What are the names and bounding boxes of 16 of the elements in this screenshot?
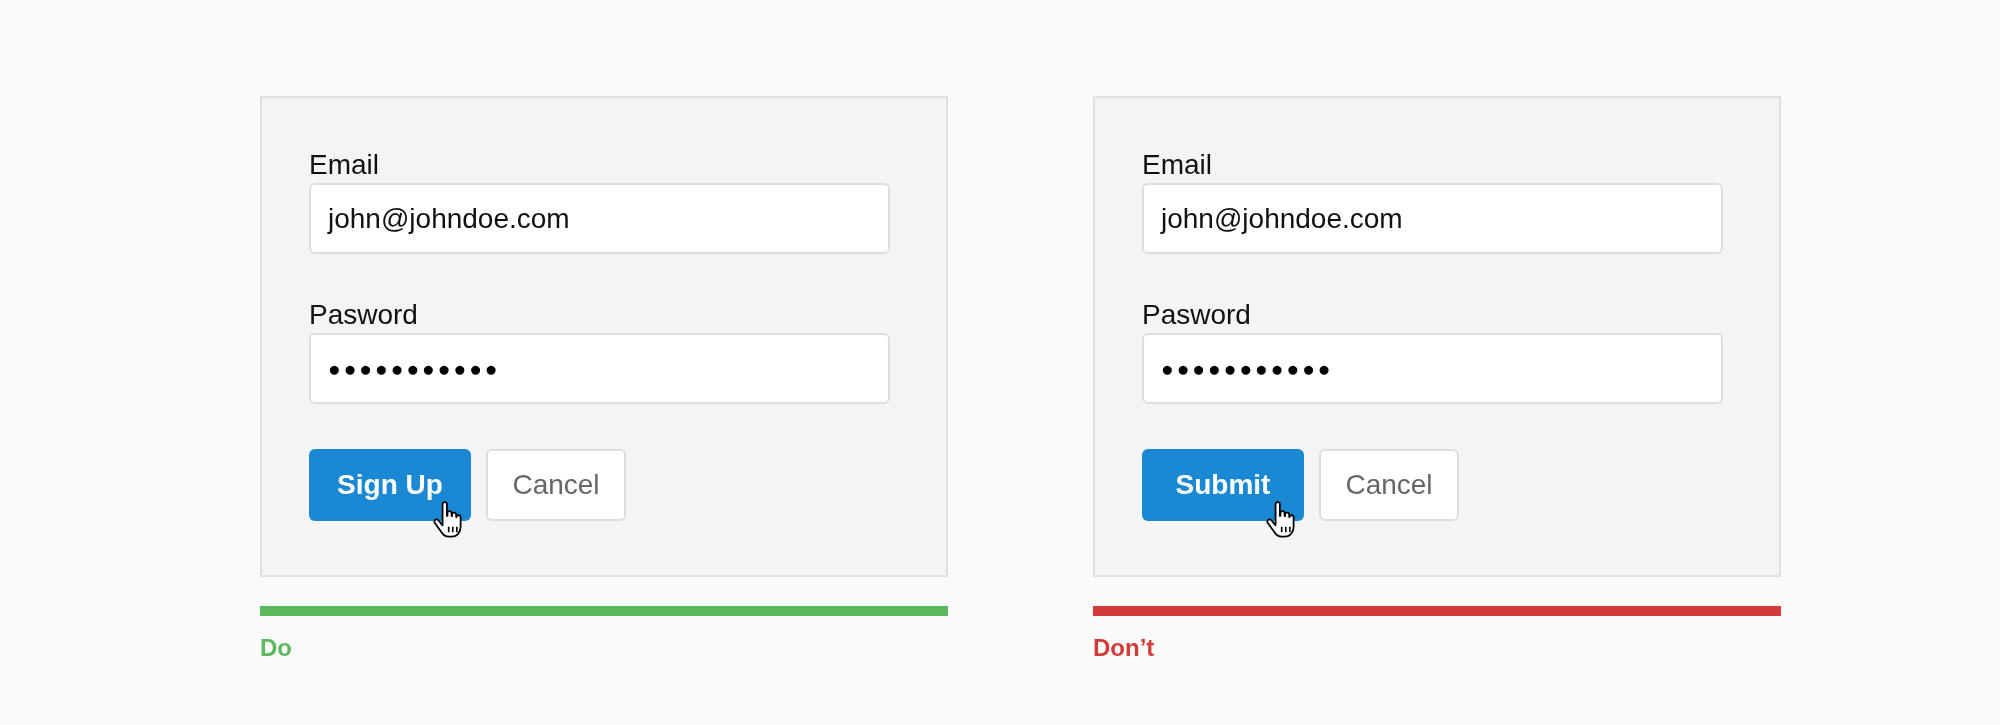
cancel-button[interactable]: Cancel [486, 449, 626, 521]
cancel-button[interactable]: Cancel [1319, 449, 1459, 521]
field-label: Pasword [309, 298, 419, 332]
hand-cursor-icon [431, 501, 465, 539]
field-label: Email [309, 148, 380, 182]
email-field[interactable]: john@johndoe.com [309, 183, 890, 254]
field-label: Pasword [1142, 298, 1252, 332]
verdict-label: Don’t [1093, 633, 1156, 663]
password-field[interactable]: ●●●●●●●●●●● [309, 333, 890, 404]
primary-button[interactable]: Sign Up [309, 449, 471, 521]
password-field[interactable]: ●●●●●●●●●●● [1142, 333, 1723, 404]
primary-button[interactable]: Submit [1142, 449, 1304, 521]
hand-cursor-icon [1264, 501, 1298, 539]
email-field[interactable]: john@johndoe.com [1142, 183, 1723, 254]
field-label: Email [1142, 148, 1213, 182]
verdict-label: Do [260, 633, 293, 663]
